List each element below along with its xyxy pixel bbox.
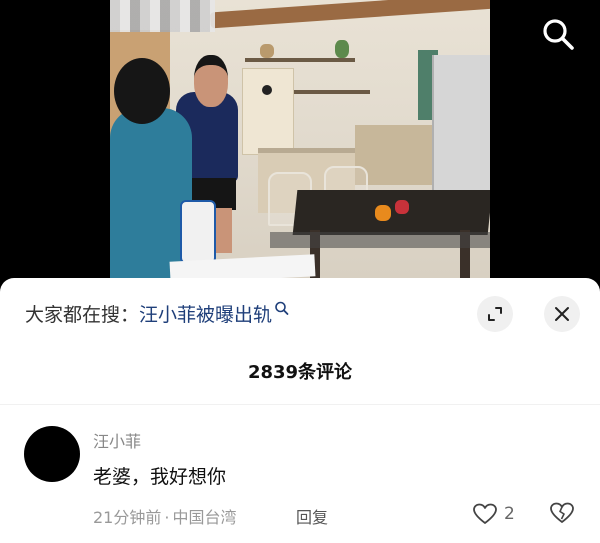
video-frame[interactable]	[110, 0, 490, 280]
comment-location: 中国台湾	[172, 508, 237, 527]
scene-cabinet	[242, 68, 294, 155]
comments-sheet: 大家都在搜：汪小菲被曝出轨 2839条评论 汪小菲 老婆，我好想你 21分钟前 ·…	[0, 278, 600, 543]
like-button[interactable]: 2	[472, 501, 515, 527]
mosaic-blur	[110, 0, 215, 32]
close-button[interactable]	[544, 296, 580, 332]
scene-person-man-head	[194, 55, 228, 107]
reply-button[interactable]: 回复	[296, 504, 328, 528]
search-suggestion-prefix: 大家都在搜：	[25, 304, 140, 326]
scene-bag	[180, 200, 216, 264]
comment-author[interactable]: 汪小菲	[93, 428, 141, 452]
like-count: 2	[504, 504, 515, 524]
search-button[interactable]	[538, 14, 578, 54]
search-suggestion-query[interactable]: 汪小菲被曝出轨	[139, 304, 272, 326]
scene-shelf	[290, 90, 370, 94]
scene-pot	[260, 44, 274, 58]
scene-plant	[335, 40, 349, 58]
comment-time: 21分钟前	[93, 508, 162, 527]
comment-text[interactable]: 老婆，我好想你	[93, 462, 226, 489]
avatar[interactable]	[24, 426, 80, 482]
scene-person-woman-head	[114, 58, 170, 124]
scene-fruit	[395, 200, 409, 214]
comment-item[interactable]: 汪小菲 老婆，我好想你 21分钟前 · 中国台湾 回复 2	[0, 418, 600, 543]
scene-shelf	[245, 58, 355, 62]
dislike-button[interactable]	[549, 501, 575, 527]
scene-fruit	[375, 205, 391, 221]
search-icon	[275, 301, 289, 315]
video-player[interactable]	[0, 0, 600, 280]
scene-ceiling-beam	[209, 0, 490, 29]
expand-icon	[488, 307, 502, 321]
scene-blur-strip	[270, 232, 490, 248]
comment-meta-separator: ·	[164, 508, 170, 527]
expand-button[interactable]	[477, 296, 513, 332]
close-icon	[555, 307, 569, 321]
divider	[0, 404, 600, 405]
comment-count: 2839条评论	[247, 362, 353, 383]
broken-heart-icon	[550, 502, 574, 523]
search-suggestion[interactable]: 大家都在搜：汪小菲被曝出轨	[25, 298, 290, 332]
scene-table	[292, 190, 490, 235]
heart-icon	[473, 503, 497, 524]
comment-meta: 21分钟前 · 中国台湾	[93, 504, 236, 528]
search-icon	[543, 19, 574, 50]
scene-fridge	[432, 55, 490, 195]
